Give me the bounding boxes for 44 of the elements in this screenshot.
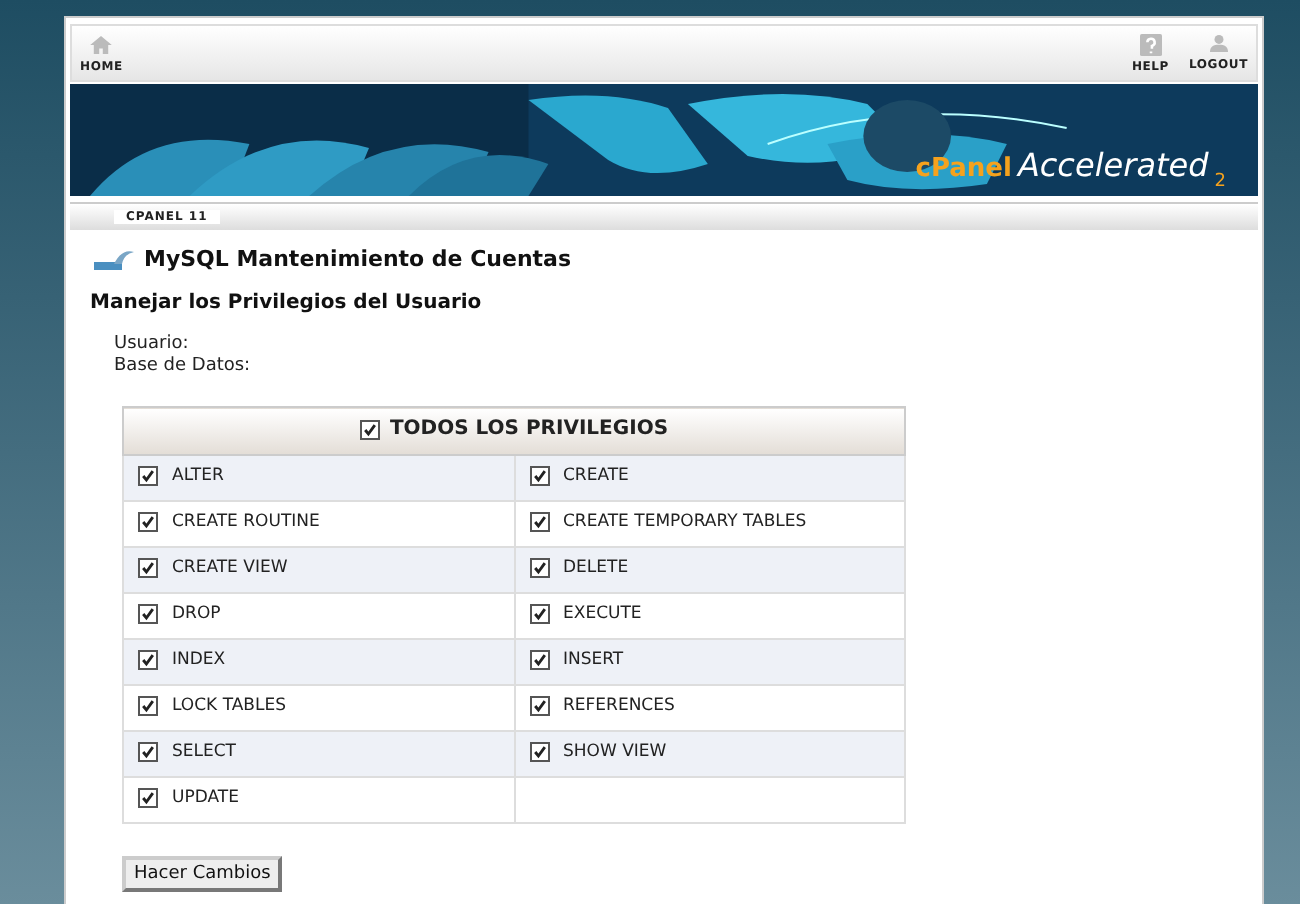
checkbox[interactable] (138, 742, 158, 762)
checkbox-label: SELECT (172, 742, 236, 762)
checkbox[interactable] (138, 604, 158, 624)
checkbox[interactable] (529, 650, 549, 670)
dolphin-icon (94, 247, 134, 271)
checkbox[interactable] (529, 512, 549, 532)
section-title: Manejar los Privilegios del Usuario (90, 292, 484, 314)
logo-brand: cPanel (915, 154, 1012, 184)
checkbox[interactable] (529, 696, 549, 716)
logo-product: Accelerated (1017, 146, 1209, 184)
checkbox[interactable] (359, 419, 380, 440)
checkbox-label: CREATE ROUTINE (172, 512, 320, 532)
checkbox-label: EXECUTE (563, 604, 642, 624)
checkbox[interactable] (529, 604, 549, 624)
field-label: Base de Datos: (114, 356, 253, 378)
checkbox-label: ALTER (172, 466, 224, 486)
checkbox-label: UPDATE (172, 788, 239, 808)
checkbox[interactable] (138, 788, 158, 808)
checkbox[interactable] (529, 466, 549, 486)
checkbox[interactable] (138, 650, 158, 670)
checkbox[interactable] (138, 466, 158, 486)
checkbox-label: INSERT (563, 650, 624, 670)
submit-button[interactable]: Hacer Cambios (122, 856, 283, 892)
checkbox-label: CREATE TEMPORARY TABLES (563, 512, 807, 532)
checkbox-label: TODOS LOS PRIVILEGIOS (389, 418, 669, 441)
checkbox-label: SHOW VIEW (563, 742, 667, 762)
checkbox[interactable] (138, 512, 158, 532)
checkbox[interactable] (138, 696, 158, 716)
user-icon (1207, 34, 1230, 52)
checkbox-label: LOCK TABLES (172, 696, 287, 716)
page-title: MySQL Mantenimiento de Cuentas (144, 246, 572, 272)
checkbox-label: DELETE (563, 558, 629, 578)
checkbox-label: DROP (172, 604, 221, 624)
home-icon (90, 36, 113, 54)
help-icon (1139, 34, 1162, 56)
checkbox[interactable] (529, 558, 549, 578)
checkbox-label: REFERENCES (563, 696, 675, 716)
logo-version: 2 (1214, 172, 1226, 192)
checkbox[interactable] (529, 742, 549, 762)
checkbox-label: CREATE (563, 466, 629, 486)
checkbox-label: CREATE VIEW (172, 558, 288, 578)
field-label: Usuario: (114, 334, 191, 356)
checkbox-label: INDEX (172, 650, 226, 670)
checkbox[interactable] (138, 558, 158, 578)
